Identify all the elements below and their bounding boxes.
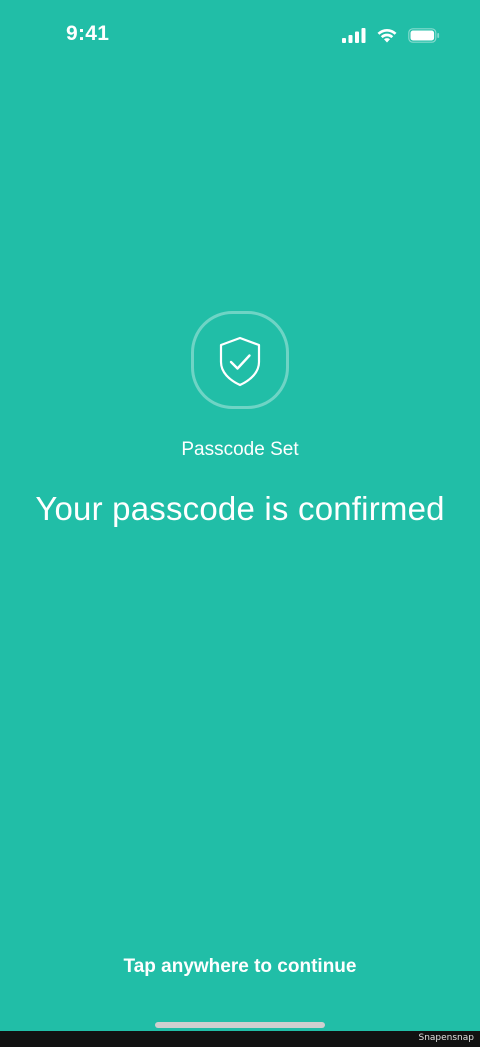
cellular-signal-icon bbox=[342, 28, 366, 43]
home-indicator[interactable] bbox=[155, 1022, 325, 1028]
footer-strip: Snapensnap bbox=[0, 1031, 480, 1047]
shield-check-icon bbox=[191, 311, 289, 409]
wifi-icon bbox=[377, 28, 397, 43]
passcode-confirmed-screen[interactable]: 9:41 Passcode Set Your passcode is confi… bbox=[0, 0, 480, 1031]
status-bar: 9:41 bbox=[0, 0, 480, 72]
status-time: 9:41 bbox=[66, 22, 110, 45]
tap-to-continue-hint[interactable]: Tap anywhere to continue bbox=[0, 956, 480, 978]
passcode-set-label: Passcode Set bbox=[181, 439, 299, 460]
battery-icon bbox=[408, 27, 440, 43]
status-icons bbox=[342, 27, 440, 43]
watermark: Snapensnap bbox=[418, 1033, 474, 1043]
confirmation-title: Your passcode is confirmed bbox=[35, 490, 445, 527]
